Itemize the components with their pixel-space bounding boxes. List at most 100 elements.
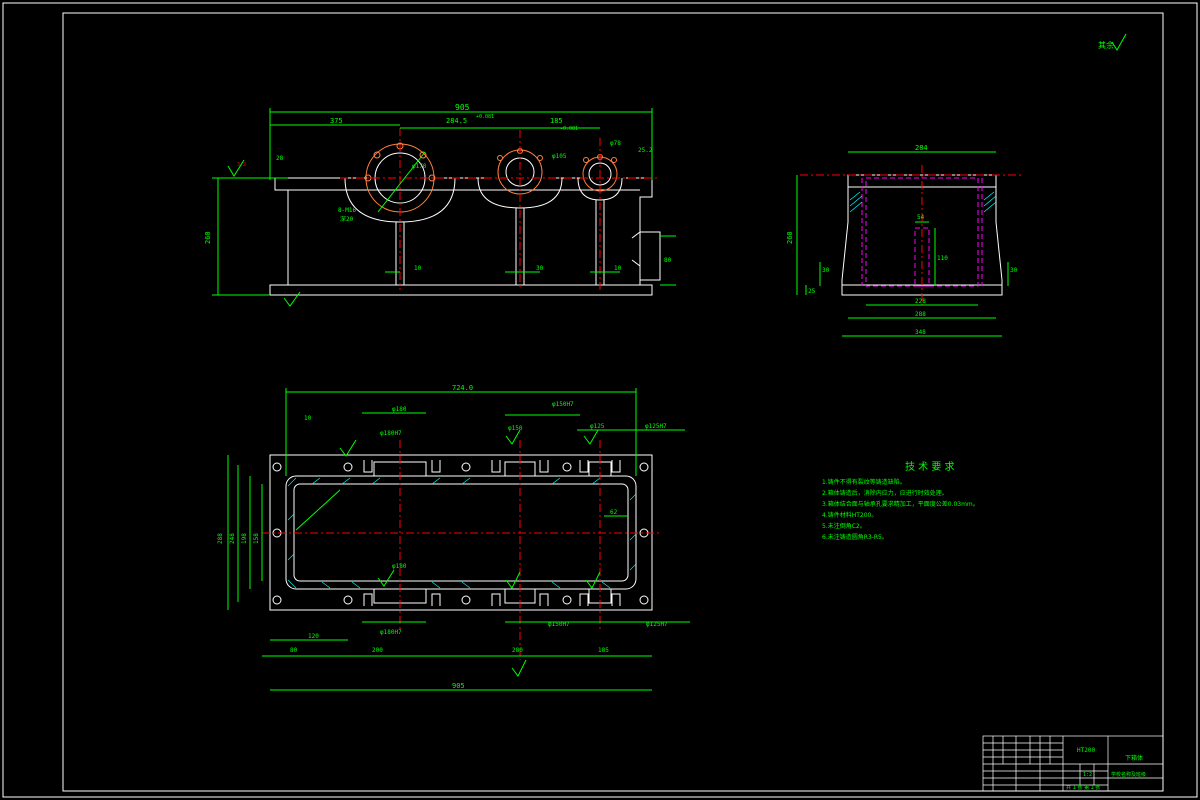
- dim-top-overall: 724.0: [452, 384, 473, 392]
- dim-center-1: 284.5: [446, 117, 467, 125]
- bolt-slot: [579, 460, 589, 473]
- dim-top-d1-fit-bottom: φ180H7: [380, 629, 402, 636]
- dim-top-d2: φ150: [508, 425, 523, 432]
- dim-top-seg4: 185: [598, 647, 609, 654]
- dim-top-seg2: 200: [372, 647, 383, 654]
- dim-dia-big: φ170: [412, 163, 427, 170]
- dim-side-left-h: 30: [822, 267, 830, 274]
- bolt-hole: [537, 155, 543, 161]
- roughness-symbol-icon: [583, 429, 599, 445]
- top-view: 724.0 φ180 φ180H7 φ150H7 φ125H7 φ150 φ12…: [217, 384, 690, 691]
- dim-rib-width: 10: [414, 265, 422, 272]
- tech-item-1: 1.铸件不得有裂纹等铸造缺陷。: [822, 478, 906, 486]
- flange-bolt-hole: [639, 462, 649, 472]
- dim-top-seg3: 280: [512, 647, 523, 654]
- dim-height: 260: [204, 231, 212, 244]
- dim-side-width-top: 284: [915, 144, 928, 152]
- front-view: 905 375 284.5 +0.081 185 -0.081 260 8-M1…: [204, 103, 676, 307]
- dim-right-step: 25.2: [638, 147, 653, 154]
- side-hatch-left: [849, 191, 863, 213]
- tech-item-2: 2.箱体铸造后，消除内应力，应进行时效处理。: [822, 489, 948, 497]
- flange-bolt-hole: [562, 462, 572, 472]
- roughness-symbol-icon: [585, 571, 601, 589]
- dim-top-left-margin: 80: [290, 647, 298, 654]
- side-hatch-right: [983, 191, 997, 213]
- roughness-symbol-icon: [283, 291, 301, 307]
- roughness-mark: 3.2: [227, 159, 301, 307]
- drawing-sheet: 其余 905 375 284.5 +0.081 185 -0.081 260 8…: [2, 2, 1198, 798]
- bolt-slot: [539, 593, 549, 606]
- tech-item-3: 3.箱体结合面与轴承孔要求精加工，平面度公差0.03mm。: [822, 500, 979, 508]
- dim-top-d1-fit: φ180H7: [380, 430, 402, 437]
- drain-plug: [631, 231, 661, 281]
- dim-center-tol-upper: +0.081: [476, 114, 494, 120]
- roughness-note: 其余: [1098, 33, 1127, 51]
- bolt-slot: [539, 460, 549, 473]
- tech-title: 技 术 要 求: [905, 460, 955, 473]
- flange-bolt-hole: [461, 462, 471, 472]
- dim-side-height: 260: [786, 231, 794, 244]
- dim-top-right: 62: [610, 509, 618, 516]
- dim-top-seg1: 120: [308, 633, 319, 640]
- title-block: [982, 735, 1164, 792]
- bolt-slot: [491, 460, 501, 473]
- dim-top-overall-bottom: 905: [452, 682, 465, 690]
- dim-top-d2-fit-bottom: φ150H7: [548, 621, 570, 628]
- dim-center-tol-lower: -0.081: [560, 126, 578, 132]
- front-base-plate: [269, 284, 653, 296]
- bolt-slot: [363, 460, 373, 473]
- dim-side-base-1: 228: [915, 298, 926, 305]
- dim-side-slot-height: 110: [937, 255, 948, 262]
- dim-overall-length: 905: [455, 103, 470, 112]
- dim-line: [295, 489, 341, 531]
- flange-bolt-hole: [272, 462, 282, 472]
- bolt-slot: [491, 593, 501, 606]
- dim-side-base-3: 348: [915, 329, 926, 336]
- bolt-slot: [579, 593, 589, 606]
- flange-bolt-hole: [343, 595, 353, 605]
- dim-top-height-2: 248: [229, 533, 236, 544]
- flange-bolt-hole: [562, 595, 572, 605]
- flange-bolt-hole: [461, 595, 471, 605]
- roughness-symbol-icon: [505, 429, 521, 445]
- roughness-symbol-icon: [339, 439, 357, 457]
- roughness-symbol-icon: [505, 571, 521, 589]
- dim-top-d3-fit-bottom: φ125H7: [646, 621, 668, 628]
- title-block-material: HT200: [1077, 747, 1095, 754]
- bolt-hole: [583, 157, 589, 163]
- bolt-hole: [611, 157, 617, 163]
- dim-top-height-4: 158: [253, 533, 260, 544]
- bolt-slot: [363, 593, 373, 606]
- dim-dia-mid: φ105: [552, 153, 567, 160]
- bolt-slot: [431, 593, 441, 606]
- dim-side-inner-width: 54: [917, 214, 925, 221]
- dim-dia-small: φ78: [610, 140, 621, 147]
- dim-bolt-depth: 深20: [340, 215, 354, 223]
- inner-border: [62, 12, 1164, 792]
- dim-top-d2-fit: φ150H7: [552, 401, 574, 408]
- dim-top-wall: 10: [304, 415, 312, 422]
- dim-side-base-2: 288: [915, 311, 926, 318]
- dim-top-height-1: 288: [217, 533, 224, 544]
- front-body-outline: [274, 177, 653, 285]
- dim-side-bottom-height: 25: [808, 288, 816, 295]
- bolt-slot: [611, 460, 621, 473]
- roughness-note-text: 其余: [1098, 40, 1114, 50]
- dim-drain-height: 80: [664, 257, 672, 264]
- dim-left-offset: 375: [330, 117, 343, 125]
- roughness-symbol-icon: [1111, 33, 1127, 51]
- tech-requirements: 技 术 要 求 1.铸件不得有裂纹等铸造缺陷。 2.箱体铸造后，消除内应力，应进…: [822, 460, 979, 541]
- dim-rib-width-2: 30: [536, 265, 544, 272]
- bearing-hole-mid-flange: [497, 149, 543, 195]
- dim-center-2: 185: [550, 117, 563, 125]
- dim-flange-thick: 28: [276, 155, 284, 162]
- flange-bolt-hole: [343, 462, 353, 472]
- dim-top-d3-fit: φ125H7: [645, 423, 667, 430]
- roughness-symbol-icon: [377, 569, 395, 587]
- title-block-name: 下箱体: [1125, 754, 1143, 762]
- outer-border: [2, 2, 1198, 798]
- flange-bolt-hole: [272, 595, 282, 605]
- dim-top-d1-bottom: φ180: [392, 563, 407, 570]
- dim-top-height-3: 198: [241, 533, 248, 544]
- title-block-frame: [982, 735, 1164, 792]
